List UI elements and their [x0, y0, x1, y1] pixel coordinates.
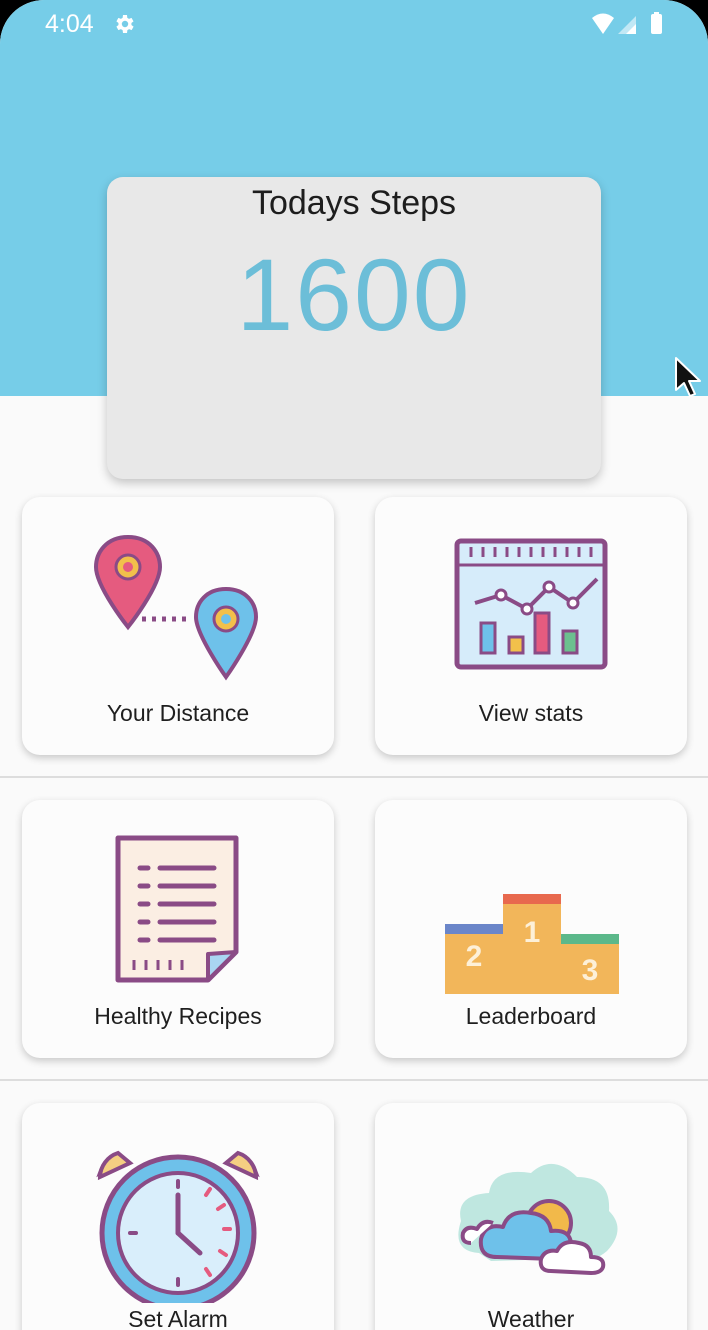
- steps-title: Todays Steps: [251, 184, 457, 222]
- tile-leaderboard[interactable]: 2 1 3 Leaderboard: [375, 800, 687, 1058]
- stats-chart-icon: [454, 538, 608, 670]
- status-icons: [592, 12, 662, 34]
- mouse-cursor-icon: [675, 357, 701, 397]
- tile-label: View stats: [478, 700, 584, 726]
- podium-icon: 2 1 3: [445, 894, 619, 994]
- steps-count: 1600: [236, 238, 472, 352]
- recipe-document-icon: [115, 835, 239, 983]
- tile-set-alarm[interactable]: Set Alarm: [22, 1103, 334, 1330]
- alarm-clock-icon: [96, 1150, 260, 1303]
- tile-label: Your Distance: [106, 700, 250, 726]
- svg-text:3: 3: [582, 954, 599, 987]
- tile-your-distance[interactable]: Your Distance: [22, 497, 334, 755]
- tile-healthy-recipes[interactable]: Healthy Recipes: [22, 800, 334, 1058]
- tile-label: Set Alarm: [128, 1306, 228, 1330]
- status-bar: 4:04: [0, 0, 708, 48]
- status-time: 4:04: [45, 10, 94, 38]
- svg-text:2: 2: [466, 940, 483, 973]
- tile-view-stats[interactable]: View stats: [375, 497, 687, 755]
- steps-card: Todays Steps 1600: [107, 177, 601, 479]
- row-divider: [0, 776, 708, 778]
- tile-label: Healthy Recipes: [94, 1003, 262, 1029]
- map-pins-icon: [93, 534, 259, 681]
- row-divider: [0, 1079, 708, 1081]
- tile-label: Leaderboard: [465, 1003, 597, 1029]
- app-screen: 4:04 Todays Steps 1600 Your Distance Vie…: [0, 0, 708, 1330]
- tile-label: Weather: [487, 1306, 575, 1330]
- svg-text:1: 1: [524, 916, 541, 949]
- battery-icon: [651, 14, 662, 34]
- gear-icon: [116, 15, 134, 33]
- wifi-icon: [592, 13, 614, 34]
- weather-cloud-icon: [458, 1163, 618, 1275]
- tile-weather[interactable]: Weather: [375, 1103, 687, 1330]
